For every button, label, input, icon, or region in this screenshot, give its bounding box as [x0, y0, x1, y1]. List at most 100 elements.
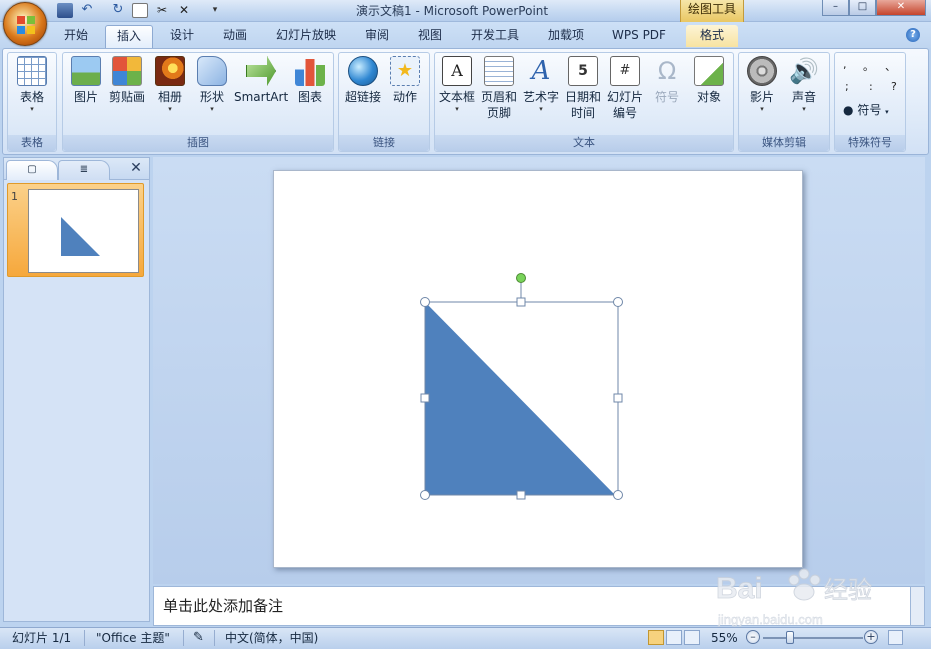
action-button[interactable]: ★ 动作 [386, 56, 424, 105]
redo-icon[interactable]: ↻ [110, 3, 126, 18]
tab-home[interactable]: 开始 [52, 25, 100, 47]
language-indicator[interactable]: 中文(简体，中国) [225, 628, 318, 648]
table-icon [17, 56, 47, 86]
table-button[interactable]: 表格 ▾ [12, 56, 52, 113]
undo-icon[interactable]: ↶ [79, 3, 95, 18]
outline-tab[interactable]: ≣ [58, 160, 110, 180]
group-label: 媒体剪辑 [739, 135, 829, 151]
svg-text:经验: 经验 [824, 576, 872, 604]
object-button[interactable]: 对象 [689, 56, 729, 105]
slides-tab[interactable]: ▢ [6, 160, 58, 180]
smartart-icon [246, 56, 276, 86]
svg-text:jingyan.baidu.com: jingyan.baidu.com [717, 612, 823, 627]
slideshow-view-icon[interactable] [684, 630, 700, 645]
fit-to-window-icon[interactable] [888, 630, 903, 645]
zoom-slider-thumb[interactable] [786, 631, 794, 644]
movie-label: 影片 [749, 90, 774, 104]
status-divider [84, 630, 85, 646]
close-button[interactable]: ✕ [876, 0, 926, 16]
punct-period[interactable]: 。 [863, 58, 874, 74]
shapes-label: 形状 [199, 90, 224, 104]
cut-icon[interactable]: ✂ [154, 3, 170, 18]
table-label: 表格 [19, 90, 44, 104]
slide-thumbnail[interactable] [28, 189, 139, 273]
tab-review[interactable]: 审阅 [353, 25, 401, 47]
notes-scrollbar[interactable] [910, 586, 925, 626]
rotate-handle[interactable] [516, 273, 526, 283]
maximize-button[interactable]: □ [849, 0, 876, 16]
punct-semicolon[interactable]: ; [845, 80, 849, 93]
symbol-button[interactable]: Ω 符号 [647, 56, 687, 105]
office-logo-icon [17, 16, 35, 34]
tab-animations[interactable]: 动画 [211, 25, 259, 47]
tab-wps-pdf[interactable]: WPS PDF [604, 25, 674, 47]
dropdown-arrow-icon: ▾ [455, 105, 459, 113]
tab-format[interactable]: 格式 [686, 25, 738, 47]
special-symbol-button[interactable]: ● 符号 ▾ [843, 101, 889, 118]
action-label: 动作 [392, 90, 417, 104]
clipart-button[interactable]: 剪贴画 [106, 56, 148, 105]
chart-button[interactable]: 图表 [290, 56, 330, 105]
customize-qat-icon[interactable]: ▾ [207, 3, 223, 18]
action-star-icon: ★ [390, 56, 420, 86]
movie-button[interactable]: 影片 ▾ [742, 56, 782, 113]
slide-sorter-view-icon[interactable] [666, 630, 682, 645]
tab-view[interactable]: 视图 [406, 25, 454, 47]
punct-colon[interactable]: : [869, 80, 873, 93]
delete-icon[interactable]: ✕ [176, 3, 192, 18]
punct-question[interactable]: ? [891, 80, 897, 93]
edge-handle-left[interactable] [420, 393, 430, 403]
shapes-button[interactable]: 形状 ▾ [192, 56, 232, 113]
minimize-button[interactable]: – [822, 0, 849, 16]
notes-placeholder[interactable]: 单击此处添加备注 [163, 595, 283, 616]
pane-close-icon[interactable]: ✕ [128, 160, 144, 176]
corner-handle-top-right[interactable] [613, 297, 623, 307]
corner-handle-bottom-left[interactable] [420, 490, 430, 500]
sound-button[interactable]: 🔊 声音 ▾ [784, 56, 824, 113]
wordart-button[interactable]: A 艺术字 ▾ [521, 56, 561, 113]
tab-insert[interactable]: 插入 [105, 25, 153, 49]
shapes-icon [197, 56, 227, 86]
spellcheck-icon[interactable]: ✎ [193, 628, 204, 648]
edge-handle-right[interactable] [613, 393, 623, 403]
baidu-jingyan-watermark: Bai 经验 jingyan.baidu.com [716, 568, 872, 627]
dropdown-arrow-icon: ▾ [30, 105, 34, 113]
corner-handle-bottom-right[interactable] [613, 490, 623, 500]
tab-slideshow[interactable]: 幻灯片放映 [266, 25, 346, 47]
dropdown-arrow-icon: ▾ [539, 105, 543, 113]
picture-button[interactable]: 图片 [66, 56, 106, 105]
selected-shape[interactable] [418, 270, 628, 505]
chart-icon [295, 59, 325, 86]
punct-comma[interactable]: , [843, 58, 847, 71]
header-footer-button[interactable]: 页眉和 页脚 [479, 56, 519, 121]
textbox-label: 文本框 [438, 90, 475, 104]
smartart-button[interactable]: SmartArt [234, 56, 288, 105]
slide-number-button[interactable]: # 幻灯片 编号 [605, 56, 645, 121]
right-triangle-shape[interactable] [425, 302, 615, 495]
print-preview-icon[interactable] [132, 3, 148, 18]
dropdown-arrow-icon: ▾ [885, 108, 889, 116]
normal-view-icon[interactable] [648, 630, 664, 645]
theme-name[interactable]: "Office 主题" [96, 628, 170, 648]
punct-enum-comma[interactable]: 、 [885, 58, 896, 74]
help-icon[interactable]: ? [906, 28, 920, 42]
zoom-slider-track[interactable] [763, 637, 863, 639]
tab-design[interactable]: 设计 [158, 25, 206, 47]
zoom-level[interactable]: 55% [711, 628, 738, 648]
corner-handle-top-left[interactable] [420, 297, 430, 307]
textbox-button[interactable]: A 文本框 ▾ [437, 56, 477, 113]
tab-developer[interactable]: 开发工具 [461, 25, 529, 47]
edge-handle-top[interactable] [516, 297, 526, 307]
status-divider [214, 630, 215, 646]
date-time-button[interactable]: 5 日期和 时间 [563, 56, 603, 121]
zoom-in-icon[interactable]: + [864, 630, 878, 644]
chart-label: 图表 [297, 90, 322, 104]
save-icon[interactable] [57, 3, 73, 18]
edge-handle-bottom[interactable] [516, 490, 526, 500]
zoom-out-icon[interactable]: – [746, 630, 760, 644]
hyperlink-button[interactable]: 超链接 [342, 56, 384, 105]
office-button[interactable] [3, 2, 47, 46]
tab-addins[interactable]: 加载项 [536, 25, 596, 47]
photo-album-button[interactable]: 相册 ▾ [150, 56, 190, 113]
dropdown-arrow-icon: ▾ [210, 105, 214, 113]
